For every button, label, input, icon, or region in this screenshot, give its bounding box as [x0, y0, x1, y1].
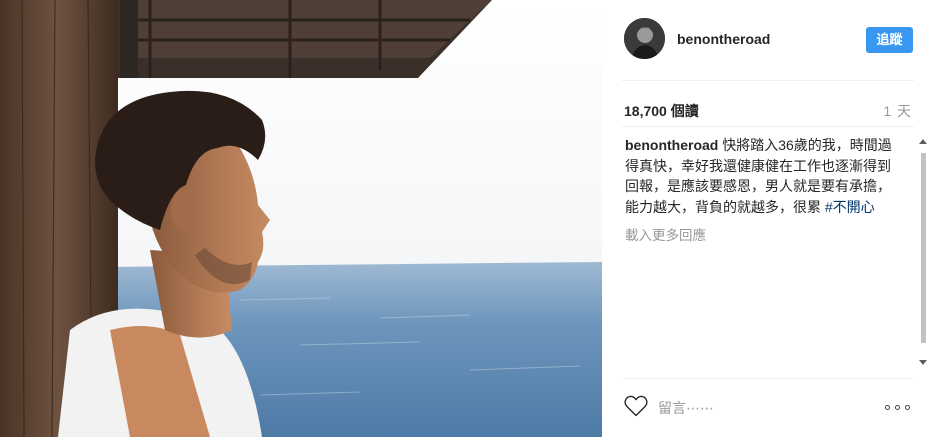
more-dot — [905, 405, 910, 410]
comments-divider — [622, 378, 914, 379]
view-count: 18,700 個讀 — [624, 103, 699, 119]
heart-outline-icon[interactable] — [624, 395, 650, 419]
caption-hashtag[interactable]: #不開心 — [825, 199, 875, 215]
username-link[interactable]: benontheroad — [677, 31, 770, 47]
scroll-down-arrow-icon[interactable] — [919, 360, 927, 365]
heart-outline-icon-svg — [624, 395, 648, 417]
comments-scrollbar[interactable] — [916, 131, 930, 371]
post-header: benontheroad 追蹤 — [622, 18, 914, 60]
scroll-thumb[interactable] — [921, 153, 926, 343]
header-divider — [622, 80, 914, 81]
post-time[interactable]: 1 天 — [883, 101, 912, 121]
post-stats: 18,700 個讀 1 天 — [624, 101, 914, 121]
post-image — [0, 0, 602, 437]
stats-divider — [622, 126, 914, 127]
follow-button[interactable]: 追蹤 — [866, 27, 913, 53]
scroll-up-arrow-icon[interactable] — [919, 139, 927, 144]
load-more-comments-link[interactable]: 載入更多回應 — [625, 224, 903, 244]
comments-area: benontheroad 快將踏入36歲的我，時間過得真快，幸好我還健康健在工作… — [625, 135, 903, 375]
comment-input[interactable] — [658, 397, 858, 419]
post-photo — [0, 0, 602, 437]
avatar-image — [624, 18, 665, 59]
caption: benontheroad 快將踏入36歲的我，時間過得真快，幸好我還健康健在工作… — [625, 135, 903, 217]
comment-bar — [622, 389, 914, 429]
caption-username[interactable]: benontheroad — [625, 137, 718, 153]
more-dot — [885, 405, 890, 410]
avatar[interactable] — [624, 18, 665, 59]
more-dot — [895, 405, 900, 410]
more-options-icon[interactable] — [884, 398, 914, 416]
